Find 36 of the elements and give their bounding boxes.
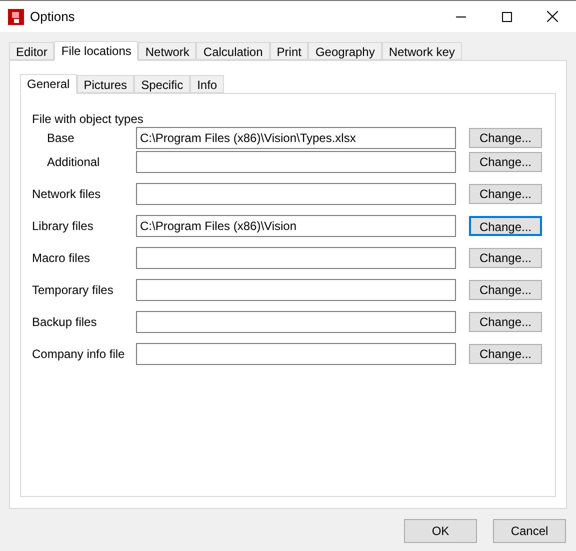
tab[interactable]: Specific: [134, 75, 190, 93]
tab[interactable]: Pictures: [76, 75, 134, 93]
change-button[interactable]: Change...: [469, 344, 542, 364]
field-label: Backup files: [32, 314, 98, 331]
tab[interactable]: Network key: [382, 42, 462, 60]
tab[interactable]: File locations: [54, 41, 138, 61]
field-label: Library files: [32, 218, 94, 235]
field-label: Network files: [32, 186, 102, 203]
path-field[interactable]: C:\Program Files (x86)\Vision\Types.xlsx: [136, 127, 456, 149]
maximize-icon[interactable]: [502, 12, 512, 22]
change-button[interactable]: Change...: [469, 128, 542, 148]
tab[interactable]: Print: [270, 42, 308, 60]
dialog-button[interactable]: Cancel: [493, 519, 566, 543]
close-icon[interactable]: [547, 11, 558, 22]
group-heading: File with object types: [32, 111, 144, 124]
tab[interactable]: Calculation: [196, 42, 270, 60]
change-button[interactable]: Change...: [469, 312, 542, 332]
field-label: Macro files: [32, 250, 92, 267]
path-field[interactable]: C:\Program Files (x86)\Vision: [136, 215, 456, 237]
field-label: Company info file: [32, 346, 126, 363]
app-icon: [8, 8, 24, 24]
tab[interactable]: Editor: [9, 42, 54, 60]
field-label: Temporary files: [32, 282, 114, 299]
field-label: Additional: [46, 154, 101, 171]
change-button[interactable]: Change...: [469, 152, 542, 172]
window-title: Options: [30, 8, 75, 26]
tab[interactable]: General: [20, 74, 77, 94]
change-button[interactable]: Change...: [469, 184, 542, 204]
tab[interactable]: Geography: [308, 42, 382, 60]
tab[interactable]: Info: [190, 75, 224, 93]
field-label: Base: [46, 130, 76, 147]
change-button[interactable]: Change...: [469, 280, 542, 300]
change-button[interactable]: Change...: [469, 248, 542, 268]
tab[interactable]: Network: [138, 42, 196, 60]
change-button[interactable]: Change...: [469, 216, 542, 236]
dialog-button[interactable]: OK: [404, 519, 477, 543]
